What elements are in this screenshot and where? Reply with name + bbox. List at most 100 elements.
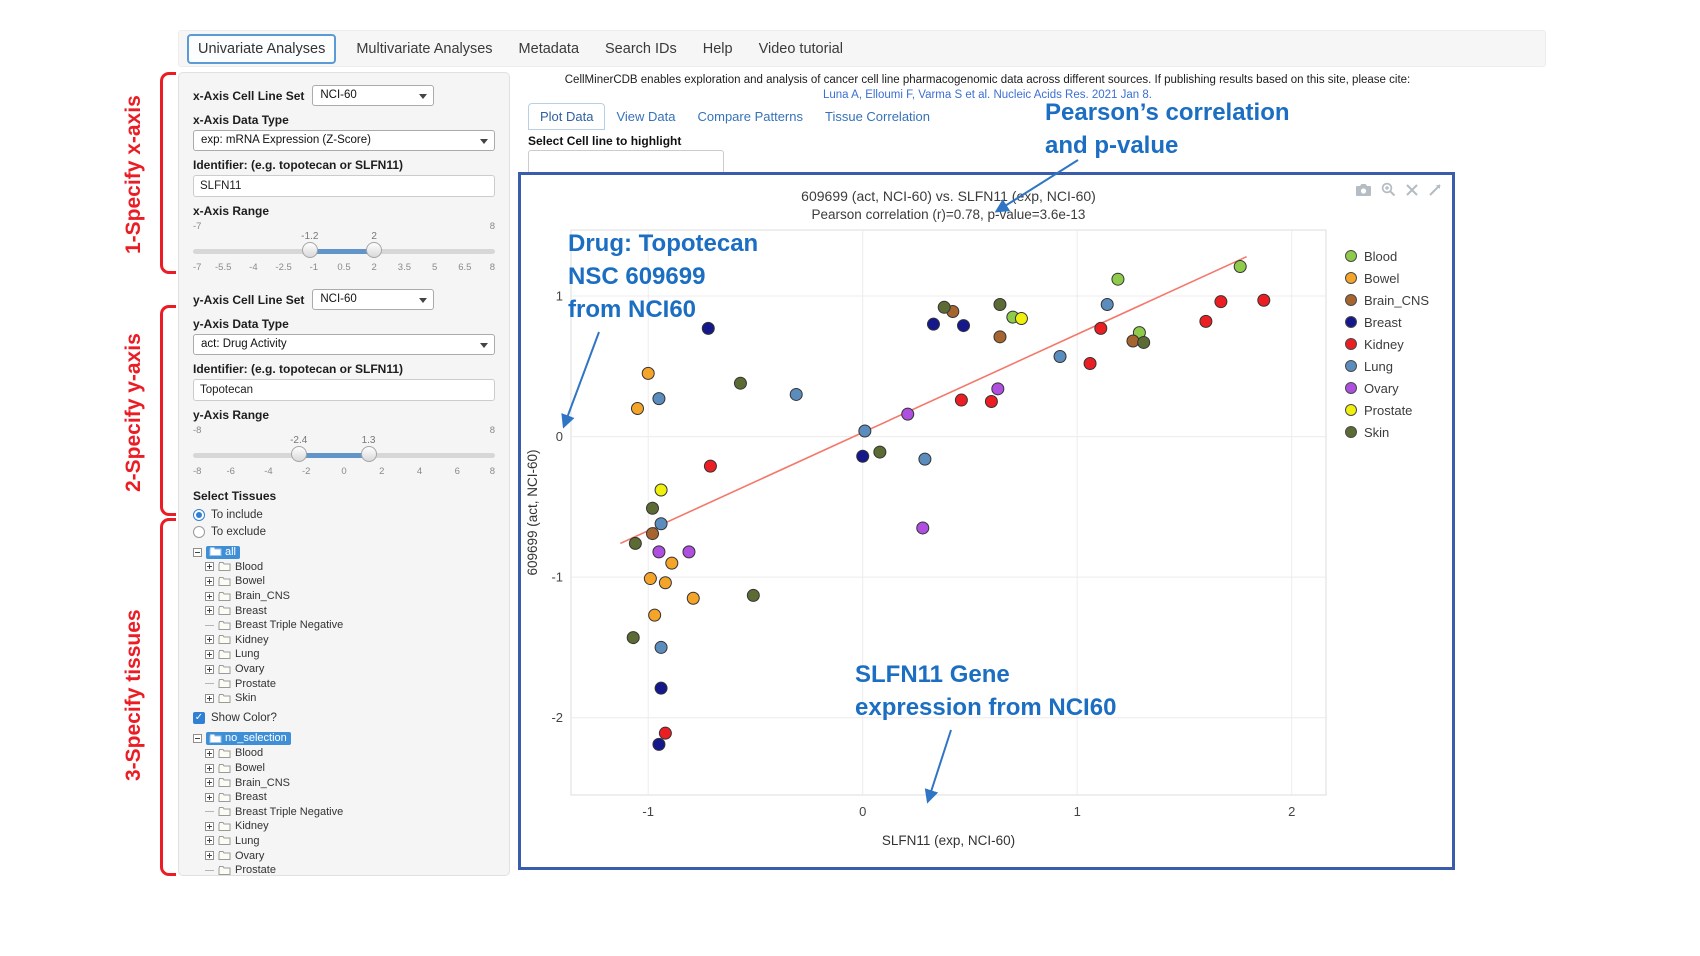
tree-item-lung[interactable]: Lung: [193, 647, 495, 662]
data-point-lung[interactable]: [653, 393, 665, 405]
data-point-skin[interactable]: [874, 446, 886, 458]
data-point-kidney[interactable]: [1215, 296, 1227, 308]
tab-video-tutorial[interactable]: Video tutorial: [759, 41, 843, 57]
tab-help[interactable]: Help: [703, 41, 733, 57]
tree-item-prostate[interactable]: Prostate: [193, 863, 495, 876]
tree-item-bowel[interactable]: Bowel: [193, 761, 495, 776]
data-point-lung[interactable]: [1054, 350, 1066, 362]
collapse-icon[interactable]: [193, 548, 202, 557]
data-point-lung[interactable]: [859, 425, 871, 437]
expand-icon[interactable]: [205, 778, 214, 787]
tab-multivariate-analyses[interactable]: Multivariate Analyses: [356, 41, 492, 57]
autoscale-icon[interactable]: [1428, 183, 1442, 197]
data-point-ovary[interactable]: [992, 383, 1004, 395]
y-slider-selected-range[interactable]: [299, 453, 369, 458]
data-point-blood[interactable]: [1234, 261, 1246, 273]
tree-item-label[interactable]: Skin: [235, 692, 256, 704]
data-point-skin[interactable]: [647, 502, 659, 514]
tree-item-lung[interactable]: Lung: [193, 834, 495, 849]
expand-icon[interactable]: [205, 577, 214, 586]
data-point-lung[interactable]: [655, 641, 667, 653]
expand-icon[interactable]: [205, 635, 214, 644]
data-point-lung[interactable]: [919, 453, 931, 465]
tree-item-label[interactable]: Lung: [235, 648, 259, 660]
data-point-brain_cns[interactable]: [1127, 335, 1139, 347]
tree-root-all[interactable]: all: [193, 545, 495, 560]
tab-tissue-correlation[interactable]: Tissue Correlation: [814, 104, 941, 129]
tree-item-label[interactable]: Ovary: [235, 663, 264, 675]
data-point-breast[interactable]: [655, 682, 667, 694]
legend-item-ovary[interactable]: Ovary: [1345, 377, 1429, 399]
data-point-skin[interactable]: [734, 377, 746, 389]
data-point-bowel[interactable]: [687, 592, 699, 604]
tree-item-breast[interactable]: Breast: [193, 603, 495, 618]
tree-item-label[interactable]: Blood: [235, 747, 263, 759]
tree-item-breast-triple-negative[interactable]: Breast Triple Negative: [193, 805, 495, 820]
legend-item-brain_cns[interactable]: Brain_CNS: [1345, 289, 1429, 311]
citation-link[interactable]: Luna A, Elloumi F, Varma S et al. Nuclei…: [525, 89, 1450, 101]
data-point-brain_cns[interactable]: [647, 528, 659, 540]
data-point-prostate[interactable]: [655, 484, 667, 496]
tree-item-label[interactable]: Prostate: [235, 864, 276, 876]
tree-item-label[interactable]: Prostate: [235, 678, 276, 690]
tree-item-label[interactable]: Bowel: [235, 762, 265, 774]
data-point-kidney[interactable]: [659, 727, 671, 739]
tree-item-prostate[interactable]: Prostate: [193, 676, 495, 691]
highlight-cell-line-input[interactable]: [528, 150, 724, 174]
data-point-prostate[interactable]: [1015, 313, 1027, 325]
data-point-bowel[interactable]: [649, 609, 661, 621]
data-point-skin[interactable]: [938, 301, 950, 313]
data-point-bowel[interactable]: [642, 367, 654, 379]
y-slider-handle-high[interactable]: [361, 446, 377, 462]
data-point-ovary[interactable]: [653, 546, 665, 558]
y-data-type-select[interactable]: act: Drug Activity: [193, 334, 495, 355]
tree-root-no_selection[interactable]: no_selection: [193, 732, 495, 747]
tree-item-kidney[interactable]: Kidney: [193, 819, 495, 834]
legend-item-skin[interactable]: Skin: [1345, 421, 1429, 443]
expand-icon[interactable]: [205, 650, 214, 659]
data-point-lung[interactable]: [790, 388, 802, 400]
zoom-in-icon[interactable]: [1381, 182, 1396, 197]
expand-icon[interactable]: [205, 606, 214, 615]
expand-icon[interactable]: [205, 665, 214, 674]
legend-item-bowel[interactable]: Bowel: [1345, 267, 1429, 289]
tree-root-label[interactable]: no_selection: [206, 732, 291, 745]
expand-icon[interactable]: [205, 562, 214, 571]
expand-icon[interactable]: [205, 749, 214, 758]
data-point-skin[interactable]: [994, 298, 1006, 310]
tree-item-ovary[interactable]: Ovary: [193, 662, 495, 677]
legend-item-kidney[interactable]: Kidney: [1345, 333, 1429, 355]
expand-icon[interactable]: [205, 851, 214, 860]
expand-icon[interactable]: [205, 822, 214, 831]
tab-search-ids[interactable]: Search IDs: [605, 41, 677, 57]
data-point-kidney[interactable]: [1258, 294, 1270, 306]
tree-item-blood[interactable]: Blood: [193, 746, 495, 761]
tree-item-label[interactable]: Bowel: [235, 575, 265, 587]
radio-to-include[interactable]: To include: [193, 506, 495, 523]
y-identifier-input[interactable]: [193, 379, 495, 401]
expand-icon[interactable]: [205, 836, 214, 845]
data-point-skin[interactable]: [627, 632, 639, 644]
data-point-kidney[interactable]: [704, 460, 716, 472]
data-point-bowel[interactable]: [666, 557, 678, 569]
expand-icon[interactable]: [205, 592, 214, 601]
legend-item-breast[interactable]: Breast: [1345, 311, 1429, 333]
tree-item-label[interactable]: Kidney: [235, 634, 269, 646]
expand-icon[interactable]: [205, 793, 214, 802]
radio-exclude-control[interactable]: [193, 526, 205, 538]
x-identifier-input[interactable]: [193, 175, 495, 197]
x-cell-line-set-select[interactable]: NCI-60: [312, 85, 434, 106]
tree-item-label[interactable]: Breast Triple Negative: [235, 619, 343, 631]
data-point-breast[interactable]: [857, 450, 869, 462]
tree-item-brain_cns[interactable]: Brain_CNS: [193, 589, 495, 604]
tab-compare-patterns[interactable]: Compare Patterns: [687, 104, 815, 129]
data-point-breast[interactable]: [958, 320, 970, 332]
tab-plot-data[interactable]: Plot Data: [528, 103, 605, 130]
radio-to-exclude[interactable]: To exclude: [193, 523, 495, 540]
data-point-breast[interactable]: [653, 738, 665, 750]
x-data-type-select[interactable]: exp: mRNA Expression (Z-Score): [193, 130, 495, 151]
expand-icon[interactable]: [205, 694, 214, 703]
x-slider-selected-range[interactable]: [310, 249, 374, 254]
data-point-kidney[interactable]: [1200, 315, 1212, 327]
data-point-kidney[interactable]: [955, 394, 967, 406]
